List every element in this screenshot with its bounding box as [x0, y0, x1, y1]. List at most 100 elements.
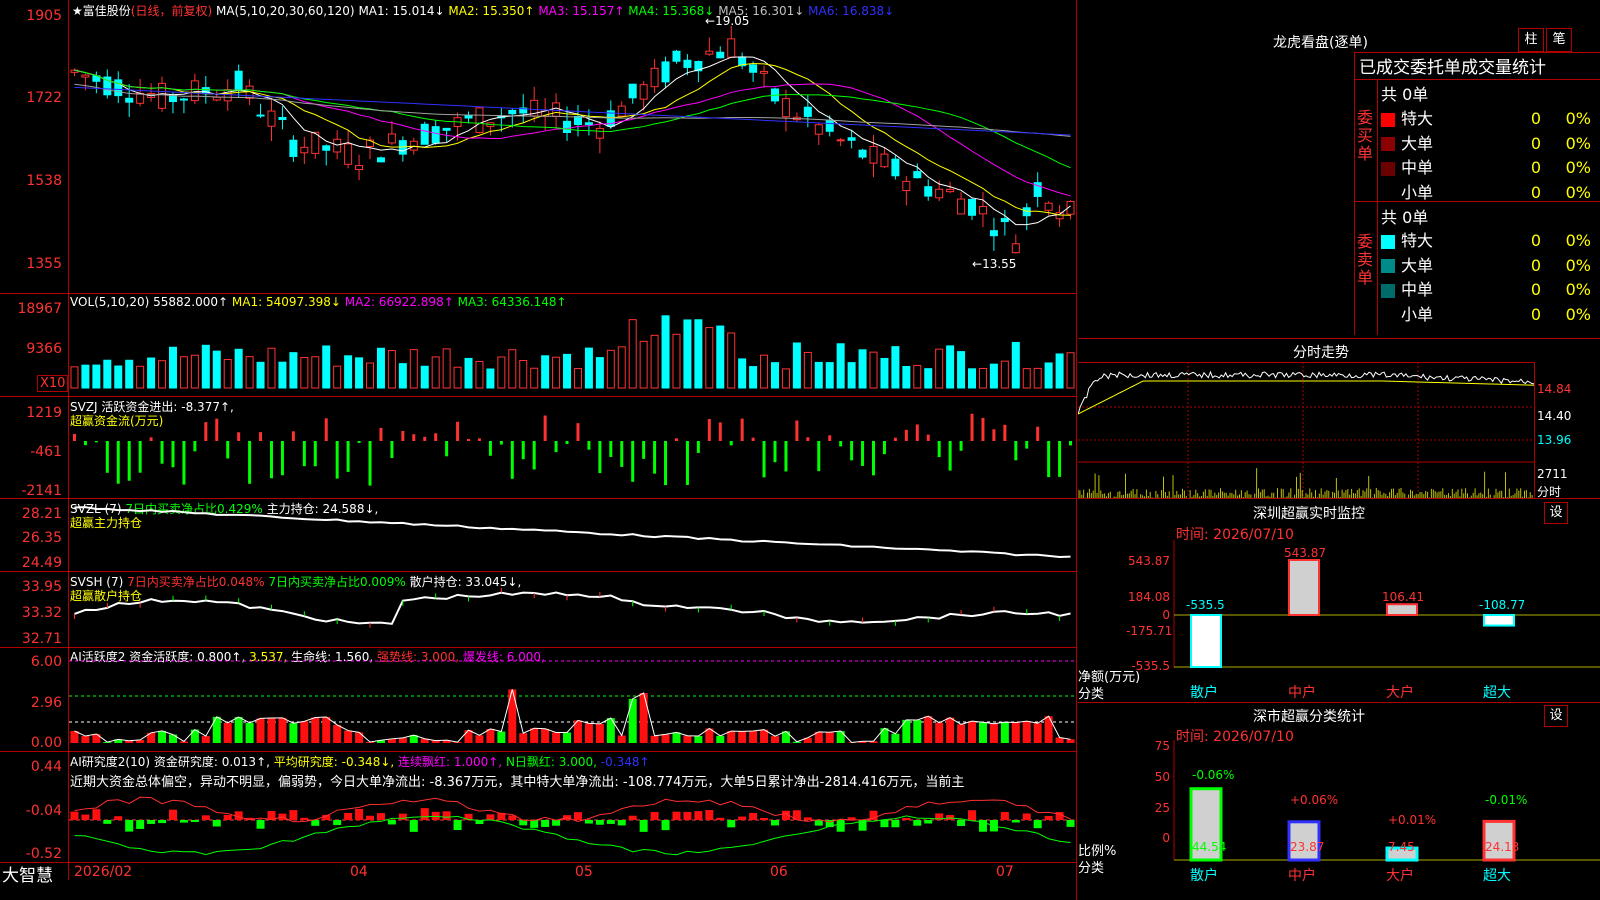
candle-body	[825, 120, 834, 132]
fund-flow-bar	[445, 441, 449, 457]
buy-color-swatch	[1381, 137, 1395, 151]
candle-body	[431, 126, 440, 144]
vol-tick-2: 9366	[26, 341, 62, 357]
svzj-plot[interactable]	[69, 397, 1076, 497]
ai-research-d2: 平均研究度: -0.348↓,	[273, 755, 395, 769]
research-bar	[573, 812, 582, 820]
intraday-plot[interactable]	[1078, 362, 1534, 498]
activity-bar	[497, 731, 506, 743]
buy-color-swatch	[1381, 161, 1395, 176]
fund-flow-bar	[642, 441, 646, 459]
sz-category-label: 大户	[1386, 685, 1414, 701]
candle-body	[760, 70, 769, 74]
activity-bar	[661, 734, 670, 743]
activity-bar	[924, 716, 933, 743]
cls-bar-chart[interactable]	[1078, 740, 1600, 900]
candle-body	[957, 198, 966, 215]
candle-body	[1055, 212, 1064, 220]
candle-body	[628, 83, 637, 99]
activity-bar	[552, 732, 561, 743]
fund-flow-bar	[259, 432, 263, 441]
ai-research-d3: 连续飘红: 1.000↑,	[398, 755, 503, 769]
cls-settings-button[interactable]: 设	[1544, 705, 1568, 727]
research-bar	[223, 814, 232, 820]
research-bar	[661, 820, 670, 831]
buy-row-name: 大单	[1401, 133, 1434, 153]
candle-body	[847, 137, 856, 141]
intraday-tick-3: 13.96	[1537, 433, 1572, 447]
fund-flow-bar	[182, 441, 186, 485]
buy-row: 小单 0 0%	[1381, 179, 1600, 203]
volume-bar	[650, 334, 659, 389]
sell-row-name: 大单	[1401, 255, 1434, 275]
fund-flow-bar	[368, 441, 372, 486]
cls-value-label: 44.54	[1192, 840, 1227, 854]
fund-flow-bar	[674, 438, 678, 441]
fund-flow-bar	[904, 429, 908, 441]
volume-plot[interactable]	[69, 310, 1076, 396]
volume-bar	[541, 355, 550, 389]
fund-flow-bar	[434, 433, 438, 441]
ma-label: MA(5,10,20,30,60,120)	[215, 4, 355, 18]
svsh-plot[interactable]	[69, 572, 1076, 647]
volume-bar	[595, 357, 604, 389]
candle-body	[902, 180, 911, 192]
activity-bar	[749, 731, 758, 743]
volume-bar	[234, 348, 243, 389]
volume-bar	[398, 363, 407, 389]
activity-bar	[989, 723, 998, 743]
activity-bar	[891, 733, 900, 743]
volume-bar	[267, 347, 276, 389]
research-bar	[486, 814, 495, 820]
sell-color-swatch	[1381, 259, 1395, 273]
fund-flow-bar	[401, 430, 405, 441]
candle-body	[803, 106, 812, 117]
svzl-plot[interactable]	[69, 499, 1076, 571]
volume-bar	[508, 349, 517, 389]
fund-flow-bar	[795, 420, 799, 441]
candle-body	[289, 139, 298, 157]
research-bar	[814, 820, 823, 826]
fund-flow-bar	[992, 429, 996, 441]
ai-research-plot[interactable]	[69, 790, 1076, 862]
sz-settings-button[interactable]: 设	[1544, 502, 1568, 524]
kline-chart-area[interactable]: ★富佳股份(日线，前复权) MA(5,10,20,30,60,120) MA1:…	[0, 0, 1077, 900]
period-label: (日线，前复权)	[130, 4, 213, 18]
research-bar	[1044, 815, 1053, 820]
research-bar	[212, 820, 221, 827]
buy-row-pct: 0%	[1565, 133, 1591, 153]
candle-body	[639, 84, 648, 100]
activity-bar	[650, 735, 659, 743]
svzj-tick-1: 1219	[26, 405, 62, 421]
candle-body	[387, 133, 396, 144]
cls-value-label: 24.13	[1485, 840, 1520, 854]
activity-bar	[541, 728, 550, 743]
activity-bar	[158, 730, 167, 743]
candle-body	[267, 110, 276, 127]
bar-mode-button[interactable]: 柱	[1518, 28, 1544, 52]
svzj-tick-2: -461	[30, 444, 62, 460]
volume-bar	[683, 319, 692, 389]
volume-bar	[125, 359, 134, 389]
sell-row-pct: 0%	[1565, 231, 1591, 250]
candle-body	[836, 139, 845, 142]
ai-activity-plot[interactable]	[69, 648, 1076, 751]
activity-bar	[508, 689, 517, 743]
volume-bar	[563, 353, 572, 389]
candlestick-plot[interactable]	[69, 20, 1076, 292]
cls-change-label: +0.01%	[1388, 813, 1437, 827]
research-bar	[453, 820, 462, 831]
svsh-tick-1: 33.95	[21, 579, 62, 595]
stock-name[interactable]: 富佳股份	[83, 4, 131, 18]
fund-flow-bar	[696, 441, 700, 453]
activity-bar	[880, 728, 889, 743]
volume-bar	[497, 356, 506, 389]
tick-mode-button[interactable]: 笔	[1546, 28, 1572, 52]
ai-activity-tick-2: 2.96	[30, 695, 62, 711]
cls-category-label: 超大	[1483, 868, 1511, 884]
fund-flow-bar	[412, 434, 416, 441]
activity-bar	[968, 721, 977, 743]
volume-bar	[1022, 368, 1031, 389]
fund-flow-bar	[127, 441, 131, 481]
sz-net-bar	[1190, 614, 1222, 668]
